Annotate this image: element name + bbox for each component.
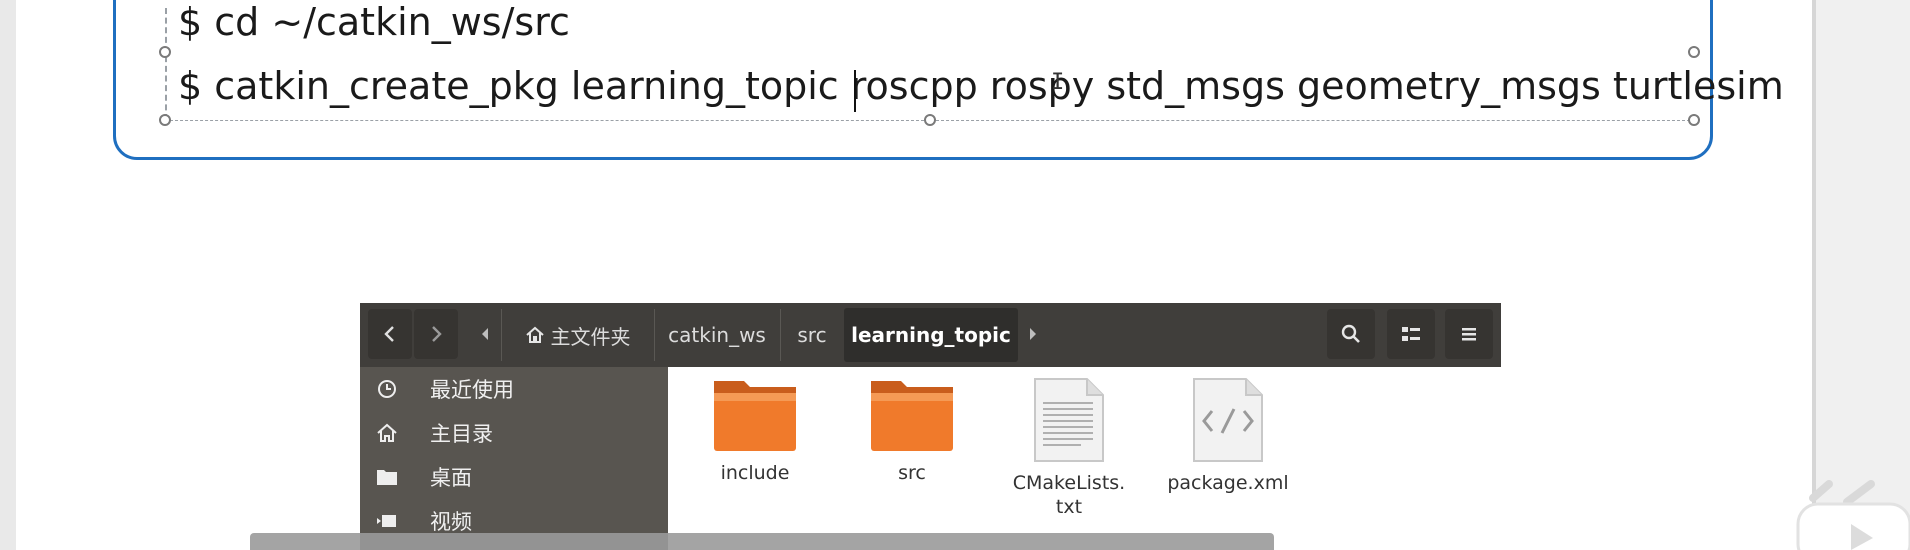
breadcrumb-catkin-ws[interactable]: catkin_ws (655, 308, 779, 362)
file-label: package.xml (1167, 472, 1289, 494)
search-icon (1341, 324, 1360, 343)
breadcrumb-learning-topic[interactable]: learning_topic (844, 308, 1018, 362)
resize-handle-top-left[interactable] (159, 46, 171, 58)
tv-mascot-icon (1796, 480, 1910, 550)
forward-button[interactable] (414, 309, 458, 359)
file-manager-sidebar: 最近使用 主目录 桌面 视频 (360, 367, 668, 550)
chevron-right-icon (432, 326, 442, 342)
ibeam-cursor-icon: I (1051, 70, 1065, 95)
breadcrumb-home[interactable]: 主文件夹 (502, 308, 653, 362)
resize-handle-top-right[interactable] (1688, 46, 1700, 58)
folder-icon (871, 381, 953, 451)
code-line-1[interactable]: $ cd ~/catkin_ws/src (178, 0, 570, 44)
breadcrumb-label: learning_topic (851, 323, 1011, 347)
breadcrumb-label: src (797, 323, 827, 347)
sidebar-item-recent[interactable]: 最近使用 (360, 367, 668, 411)
sidebar-item-label: 视频 (430, 510, 472, 534)
file-manager-window: 主文件夹 catkin_ws src learning_topic 最近使用 主… (360, 303, 1501, 550)
file-item-package-xml[interactable]: package.xml (1158, 377, 1298, 495)
breadcrumb-label: catkin_ws (668, 323, 766, 347)
file-item-src[interactable]: src (842, 377, 982, 485)
search-button[interactable] (1327, 309, 1375, 359)
triangle-right-icon (1030, 328, 1036, 340)
file-label: src (898, 462, 926, 484)
file-label: CMakeLists. txt (1012, 472, 1126, 518)
video-icon (374, 508, 400, 534)
code-line-2[interactable]: $ catkin_create_pkg learning_topic roscp… (178, 64, 1784, 108)
path-scroll-right-button[interactable] (1020, 309, 1046, 359)
view-toggle-button[interactable] (1387, 309, 1435, 359)
textbox-selection-border (165, 8, 167, 120)
xml-file-icon (1193, 378, 1263, 462)
sidebar-item-home[interactable]: 主目录 (360, 411, 668, 455)
triangle-left-icon (482, 328, 488, 340)
hamburger-menu-icon (1462, 328, 1476, 341)
home-icon (374, 420, 400, 446)
file-item-cmakelists[interactable]: CMakeLists. txt (999, 377, 1139, 519)
file-label: include (720, 462, 790, 484)
breadcrumb-src[interactable]: src (781, 308, 843, 362)
right-panel (1812, 0, 1910, 550)
text-file-icon (1034, 378, 1104, 462)
folder-icon (374, 464, 400, 490)
resize-handle-bottom-left[interactable] (159, 114, 171, 126)
clock-icon (374, 376, 400, 402)
list-view-icon (1402, 327, 1420, 341)
path-scroll-left-button[interactable] (472, 309, 498, 359)
file-item-include[interactable]: include (685, 377, 825, 485)
resize-handle-bottom-right[interactable] (1688, 114, 1700, 126)
sidebar-item-desktop[interactable]: 桌面 (360, 455, 668, 499)
scrollbar[interactable] (1812, 0, 1816, 550)
text-caret (854, 70, 856, 112)
folder-icon (714, 381, 796, 451)
sidebar-item-label: 桌面 (430, 466, 472, 490)
sidebar-item-label: 最近使用 (430, 378, 514, 402)
resize-handle-bottom-middle[interactable] (924, 114, 936, 126)
menu-button[interactable] (1445, 309, 1493, 359)
file-manager-toolbar: 主文件夹 catkin_ws src learning_topic (360, 303, 1501, 367)
home-icon (525, 326, 544, 343)
breadcrumb-label: 主文件夹 (550, 324, 631, 349)
file-list-area: include src CMakeLists. txt package.xml (668, 367, 1501, 550)
overlay-control-bar[interactable] (250, 533, 1274, 550)
back-button[interactable] (368, 309, 412, 359)
sidebar-item-label: 主目录 (430, 422, 493, 446)
chevron-left-icon (384, 326, 394, 342)
